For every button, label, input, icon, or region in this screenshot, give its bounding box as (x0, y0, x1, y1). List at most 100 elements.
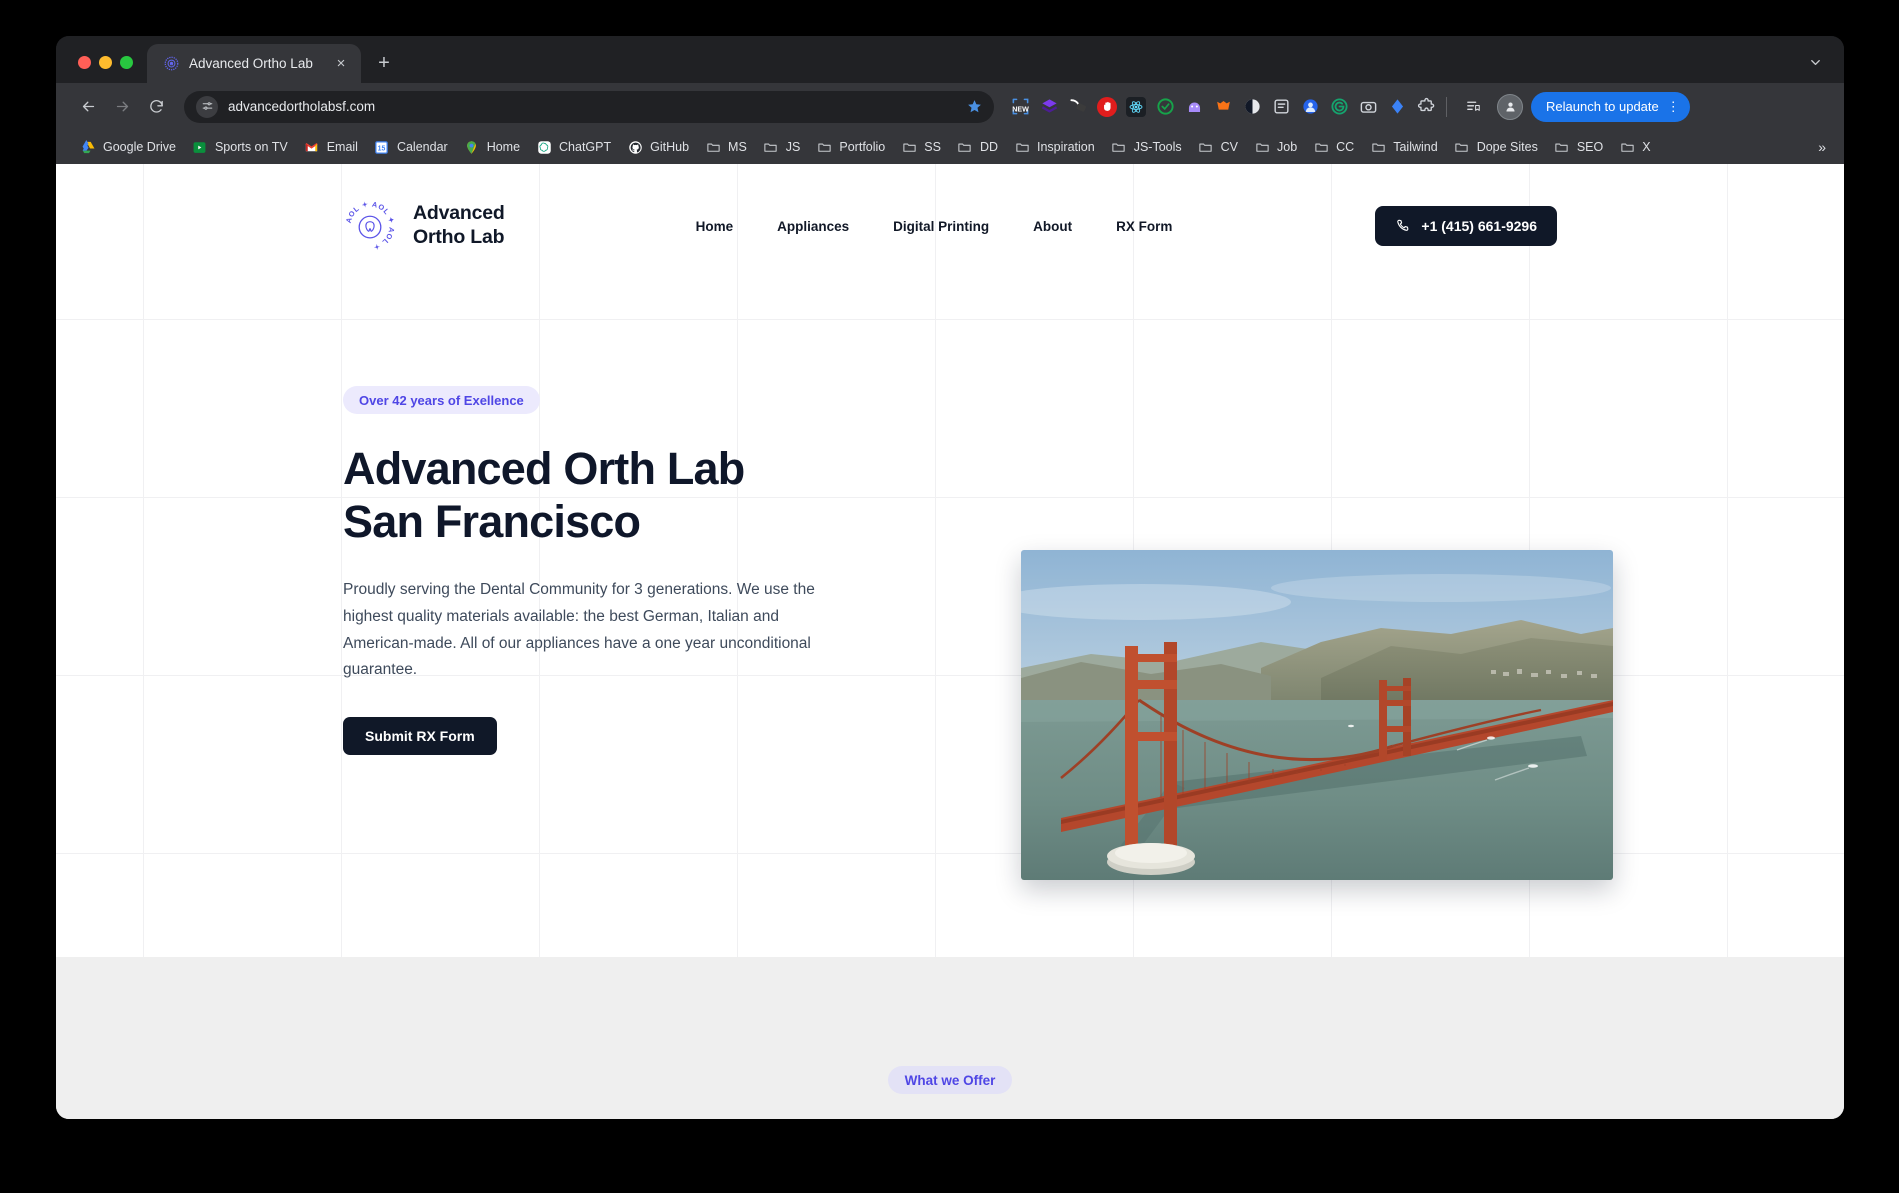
purple-blob-extension-icon[interactable] (1184, 97, 1204, 117)
bookmark-label: MS (728, 140, 747, 154)
bookmark-label: Inspiration (1037, 140, 1095, 154)
chevron-down-icon[interactable] (1800, 47, 1830, 77)
bookmark-label: CC (1336, 140, 1355, 154)
svg-text:NEW: NEW (1012, 105, 1029, 113)
new-badge-extension-icon[interactable]: NEW (1010, 97, 1030, 117)
close-tab-button[interactable]: × (331, 54, 351, 74)
puzzle-extensions-menu-icon[interactable] (1416, 97, 1436, 117)
grammarly-extension-icon[interactable] (1329, 97, 1349, 117)
bookmark-folder-dope-sites[interactable]: Dope Sites (1446, 135, 1546, 159)
brand-name: Advanced Ortho Lab (413, 202, 505, 250)
folder-icon (1014, 139, 1030, 155)
tooth-badge-logo-icon: AOL ✦ AOL ✦ AOL ✦ (343, 199, 397, 253)
tab-favicon-icon (163, 55, 180, 72)
bookmark-folder-ss[interactable]: SS (893, 135, 949, 159)
bookmark-label: JS (785, 140, 801, 154)
bookmark-folder-js[interactable]: JS (755, 135, 809, 159)
folder-icon (957, 139, 973, 155)
bookmark-label: SEO (1576, 140, 1604, 154)
bookmark-chatgpt[interactable]: ChatGPT (528, 135, 619, 159)
react-devtools-extension-icon[interactable] (1126, 96, 1146, 117)
submit-rx-form-button[interactable]: Submit RX Form (343, 716, 497, 755)
nav-link-about[interactable]: About (1011, 211, 1094, 242)
note-extension-icon[interactable] (1271, 97, 1291, 117)
bookmark-folder-cv[interactable]: CV (1190, 135, 1246, 159)
pickaxe-extension-icon[interactable] (1068, 97, 1088, 117)
bookmarks-overflow-button[interactable]: » (1810, 137, 1834, 157)
close-window-button[interactable] (78, 56, 91, 69)
diamond-extension-icon[interactable] (1387, 97, 1407, 117)
bookmark-folder-dd[interactable]: DD (949, 135, 1006, 159)
minimize-window-button[interactable] (99, 56, 112, 69)
reading-list-icon[interactable] (1457, 91, 1489, 123)
bookmark-label: CV (1220, 140, 1238, 154)
browser-tab[interactable]: Advanced Ortho Lab × (147, 44, 361, 83)
star-filled-icon[interactable] (962, 95, 986, 119)
bookmark-folder-ms[interactable]: MS (697, 135, 755, 159)
blue-avatar-extension-icon[interactable] (1300, 97, 1320, 117)
bookmark-label: SS (924, 140, 941, 154)
forward-button[interactable] (106, 91, 138, 123)
bookmark-label: Google Drive (103, 140, 176, 154)
nav-link-home[interactable]: Home (674, 211, 756, 242)
browser-toolbar: advancedortholabsf.com NEW Relaunch to u… (56, 83, 1844, 130)
tab-title: Advanced Ortho Lab (189, 56, 313, 71)
bookmark-home[interactable]: Home (456, 135, 528, 159)
purple-layers-extension-icon[interactable] (1039, 97, 1059, 117)
bookmark-folder-js-tools[interactable]: JS-Tools (1103, 135, 1190, 159)
folder-icon (1111, 139, 1127, 155)
bookmark-github[interactable]: GitHub (619, 135, 697, 159)
gmail-icon (304, 139, 320, 155)
bookmark-sports-on-tv[interactable]: Sports on TV (184, 135, 296, 159)
maximize-window-button[interactable] (120, 56, 133, 69)
browser-menu-icon[interactable]: ⋮ (1667, 100, 1680, 113)
phone-cta-button[interactable]: +1 (415) 661-9296 (1375, 206, 1557, 246)
phone-icon (1395, 218, 1411, 234)
reload-button[interactable] (140, 91, 172, 123)
brand-name-line1: Advanced (413, 202, 505, 225)
bookmark-folder-seo[interactable]: SEO (1546, 135, 1611, 159)
folder-icon (1554, 139, 1570, 155)
profile-avatar[interactable] (1497, 93, 1523, 120)
bookmarks-bar: Google Drive Sports on TV Email 15 Calen… (56, 130, 1844, 164)
green-circle-extension-icon[interactable] (1155, 97, 1175, 117)
bookmark-email[interactable]: Email (296, 135, 366, 159)
svg-text:15: 15 (378, 145, 386, 152)
bookmark-google-drive[interactable]: Google Drive (72, 135, 184, 159)
site-navigation: Home Appliances Digital Printing About R… (674, 211, 1195, 242)
nav-link-rx-form[interactable]: RX Form (1094, 211, 1194, 242)
adblock-extension-icon[interactable] (1097, 96, 1117, 117)
bookmark-folder-cc[interactable]: CC (1305, 135, 1362, 159)
site-permissions-icon[interactable] (196, 95, 218, 118)
new-tab-button[interactable]: + (369, 48, 399, 78)
bookmark-label: Tailwind (1393, 140, 1438, 154)
site-logo[interactable]: AOL ✦ AOL ✦ AOL ✦ Advanced Ortho Lab (343, 199, 505, 253)
google-drive-icon (80, 139, 96, 155)
orange-fox-extension-icon[interactable] (1213, 97, 1233, 117)
page-title: Advanced Orth Lab San Francisco (343, 443, 745, 547)
camera-extension-icon[interactable] (1358, 97, 1378, 117)
bookmark-label: Home (486, 140, 521, 154)
bookmark-label: Job (1277, 140, 1298, 154)
toolbar-divider (1446, 96, 1447, 117)
address-bar[interactable]: advancedortholabsf.com (184, 90, 994, 123)
folder-icon (1198, 139, 1214, 155)
bookmark-calendar[interactable]: 15 Calendar (366, 135, 456, 159)
dark-circle-extension-icon[interactable] (1242, 97, 1262, 117)
bookmark-folder-portfolio[interactable]: Portfolio (808, 135, 893, 159)
window-traffic-lights (56, 56, 147, 83)
folder-icon (705, 139, 721, 155)
nav-link-digital-printing[interactable]: Digital Printing (871, 211, 1011, 242)
bookmark-folder-x[interactable]: X (1611, 135, 1658, 159)
back-button[interactable] (72, 91, 104, 123)
what-we-offer-pill: What we Offer (887, 1066, 1013, 1094)
relaunch-to-update-button[interactable]: Relaunch to update ⋮ (1531, 91, 1690, 122)
bookmark-folder-job[interactable]: Job (1246, 135, 1305, 159)
hero-badge: Over 42 years of Exellence (343, 386, 540, 414)
bookmark-folder-inspiration[interactable]: Inspiration (1006, 135, 1103, 159)
nav-link-appliances[interactable]: Appliances (755, 211, 871, 242)
bookmark-folder-tailwind[interactable]: Tailwind (1362, 135, 1445, 159)
folder-icon (1619, 139, 1635, 155)
bookmark-label: DD (979, 140, 998, 154)
browser-window: Advanced Ortho Lab × + advancedortholabs… (56, 36, 1844, 1119)
